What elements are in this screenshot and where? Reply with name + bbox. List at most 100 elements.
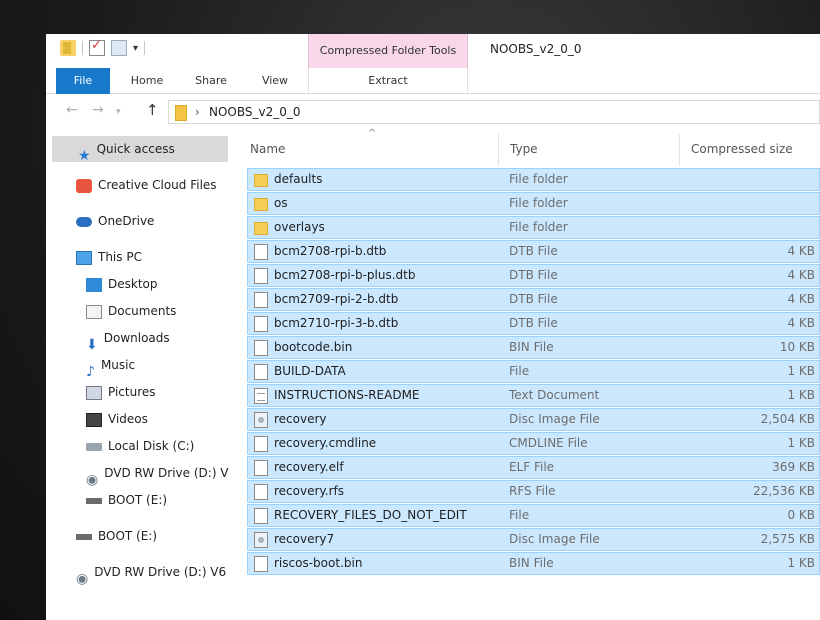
back-arrow-icon[interactable]: ←: [66, 102, 78, 118]
file-row[interactable]: bcm2708-rpi-b.dtb DTB File 4 KB: [247, 240, 820, 263]
nav-item-desktop[interactable]: Desktop: [86, 271, 236, 297]
nav-item-pictures[interactable]: Pictures: [86, 379, 236, 405]
file-row[interactable]: bcm2708-rpi-b-plus.dtb DTB File 4 KB: [247, 264, 820, 287]
nav-item-quick-access[interactable]: ★ Quick access: [52, 136, 228, 162]
nav-item-this-pc[interactable]: This PC: [76, 244, 236, 270]
file-row[interactable]: riscos-boot.bin BIN File 1 KB: [247, 552, 820, 575]
nav-item-label: Downloads: [103, 331, 170, 345]
desktop-icon: [86, 277, 102, 292]
file-name: recovery.cmdline: [274, 436, 377, 450]
file-type: CMDLINE File: [509, 436, 588, 450]
disc-image-icon: [254, 532, 268, 548]
title-bar: ▾ Compressed Folder Tools NOOBS_v2_0_0: [46, 34, 820, 68]
file-compressed-size: 0 KB: [787, 508, 815, 522]
usb-drive-icon: [76, 533, 92, 540]
file-name: overlays: [274, 220, 325, 234]
file-icon: [254, 292, 268, 308]
tab-file[interactable]: File: [56, 68, 110, 94]
nav-item-label: BOOT (E:): [98, 529, 158, 543]
nav-item-music[interactable]: ♪ Music: [86, 352, 236, 378]
recent-locations-chevron-icon[interactable]: ▾: [116, 107, 121, 117]
folder-icon[interactable]: [60, 40, 76, 56]
file-type: ELF File: [509, 460, 555, 474]
file-icon: [254, 484, 268, 500]
file-row[interactable]: recovery.elf ELF File 369 KB: [247, 456, 820, 479]
nav-item-videos[interactable]: Videos: [86, 406, 236, 432]
file-row[interactable]: bcm2709-rpi-2-b.dtb DTB File 4 KB: [247, 288, 820, 311]
nav-item-onedrive[interactable]: OneDrive: [76, 208, 236, 234]
up-arrow-icon[interactable]: ↑: [146, 101, 159, 119]
file-name: recovery.elf: [274, 460, 344, 474]
file-row[interactable]: bcm2710-rpi-3-b.dtb DTB File 4 KB: [247, 312, 820, 335]
documents-icon: [86, 304, 102, 319]
file-row[interactable]: recovery Disc Image File 2,504 KB: [247, 408, 820, 431]
folder-icon: [254, 222, 268, 235]
new-folder-icon[interactable]: [111, 40, 127, 56]
toolbar-divider: [82, 41, 83, 55]
breadcrumb-current[interactable]: NOOBS_v2_0_0: [209, 105, 301, 119]
chevron-right-icon[interactable]: ›: [195, 105, 200, 119]
address-bar[interactable]: › NOOBS_v2_0_0: [168, 100, 820, 124]
nav-item-label: Quick access: [96, 142, 175, 156]
tab-home[interactable]: Home: [120, 68, 174, 94]
file-row[interactable]: recovery.cmdline CMDLINE File 1 KB: [247, 432, 820, 455]
file-icon: [254, 460, 268, 476]
file-compressed-size: 4 KB: [787, 244, 815, 258]
file-compressed-size: 2,575 KB: [760, 532, 815, 546]
nav-item-documents[interactable]: Documents: [86, 298, 236, 324]
file-row[interactable]: BUILD-DATA File 1 KB: [247, 360, 820, 383]
nav-item-creative-cloud-files[interactable]: Creative Cloud Files: [76, 172, 236, 198]
file-row[interactable]: os File folder: [247, 192, 820, 215]
sort-ascending-icon: ^: [368, 128, 377, 139]
tab-share[interactable]: Share: [184, 68, 238, 94]
context-tab-group: Compressed Folder Tools: [308, 34, 468, 68]
address-bar-row: ← → ▾ ↑ › NOOBS_v2_0_0: [46, 98, 820, 126]
file-row[interactable]: INSTRUCTIONS-README Text Document 1 KB: [247, 384, 820, 407]
text-document-icon: [254, 388, 268, 404]
customize-dropdown-icon[interactable]: ▾: [133, 43, 138, 54]
file-row[interactable]: overlays File folder: [247, 216, 820, 239]
file-type: File: [509, 508, 530, 522]
nav-item-local-disk[interactable]: Local Disk (C:): [86, 433, 236, 459]
file-row[interactable]: defaults File folder: [247, 168, 820, 191]
file-name: recovery: [274, 412, 327, 426]
nav-item-boot-drive[interactable]: BOOT (E:): [86, 487, 236, 513]
column-divider[interactable]: [679, 134, 680, 166]
file-row[interactable]: bootcode.bin BIN File 10 KB: [247, 336, 820, 359]
file-type: Disc Image File: [509, 412, 600, 426]
properties-icon[interactable]: [89, 38, 105, 56]
file-name: bcm2710-rpi-3-b.dtb: [274, 316, 399, 330]
column-header-size[interactable]: Compressed size: [691, 142, 793, 156]
file-row[interactable]: RECOVERY_FILES_DO_NOT_EDIT File 0 KB: [247, 504, 820, 527]
nav-item-boot-drive[interactable]: BOOT (E:): [76, 523, 236, 549]
column-header-type[interactable]: Type: [510, 142, 538, 156]
dvd-icon: ◉: [76, 570, 89, 586]
nav-item-label: DVD RW Drive (D:) V: [104, 466, 229, 480]
nav-item-label: Creative Cloud Files: [98, 178, 217, 192]
file-compressed-size: 369 KB: [772, 460, 815, 474]
file-row[interactable]: recovery.rfs RFS File 22,536 KB: [247, 480, 820, 503]
computer-icon: [76, 250, 92, 265]
file-name: defaults: [274, 172, 323, 186]
tab-extract[interactable]: Extract: [308, 68, 468, 94]
nav-item-dvd-drive[interactable]: ◉ DVD RW Drive (D:) V6: [76, 559, 236, 585]
tab-view[interactable]: View: [248, 68, 302, 94]
nav-item-label: Music: [100, 358, 136, 372]
file-compressed-size: 1 KB: [787, 556, 815, 570]
file-compressed-size: 4 KB: [787, 292, 815, 306]
file-name: recovery.rfs: [274, 484, 345, 498]
column-divider[interactable]: [498, 134, 499, 166]
nav-item-downloads[interactable]: ⬇ Downloads: [86, 325, 236, 351]
nav-item-label: BOOT (E:): [108, 493, 168, 507]
file-type: File folder: [509, 172, 568, 186]
file-list: defaults File folder os File folder overlays…: [247, 168, 820, 608]
file-compressed-size: 4 KB: [787, 316, 815, 330]
nav-item-dvd-drive[interactable]: ◉ DVD RW Drive (D:) V: [86, 460, 236, 486]
file-type: BIN File: [509, 340, 554, 354]
column-headers: ^ Name Type Compressed size: [242, 128, 820, 166]
file-row[interactable]: recovery7 Disc Image File 2,575 KB: [247, 528, 820, 551]
column-header-name[interactable]: Name: [250, 142, 285, 156]
folder-icon: [254, 198, 268, 211]
forward-arrow-icon[interactable]: →: [92, 102, 104, 118]
file-compressed-size: 1 KB: [787, 364, 815, 378]
